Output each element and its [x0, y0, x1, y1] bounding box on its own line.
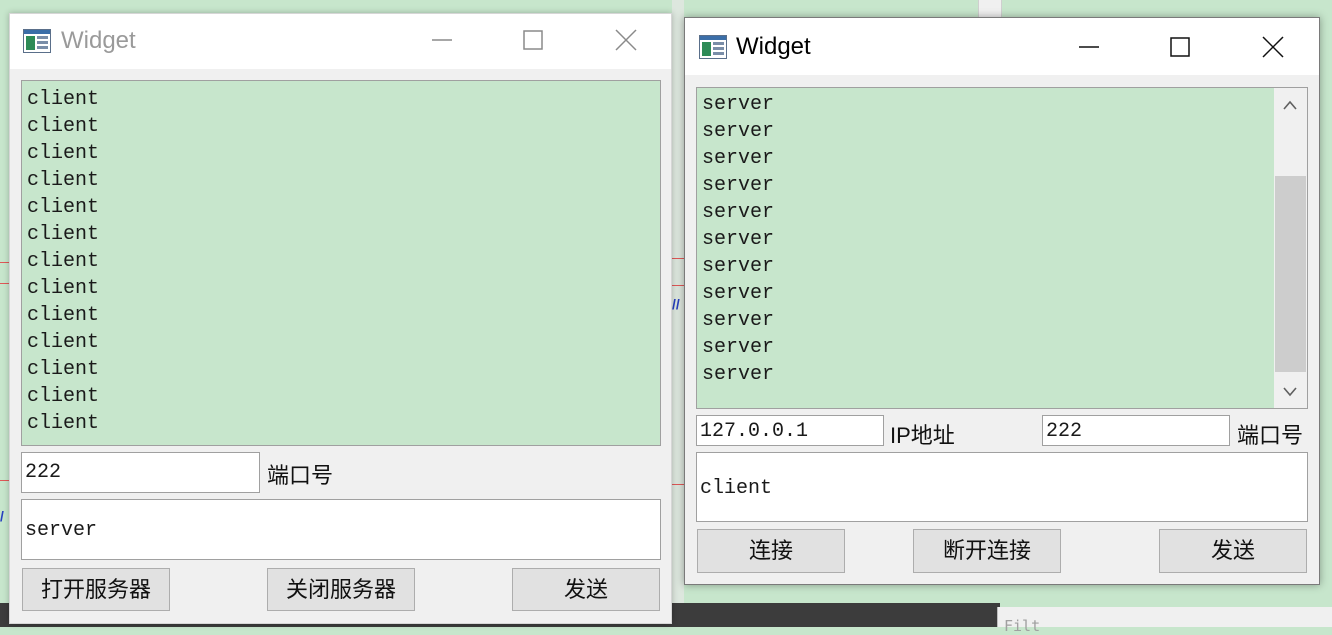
scroll-thumb[interactable] [1275, 176, 1306, 372]
maximize-icon [523, 30, 543, 50]
message-line: client [27, 196, 100, 219]
message-line: client [27, 304, 100, 327]
close-icon [615, 29, 637, 51]
client-widget-window: Widget client client client client clien… [9, 13, 672, 624]
maximize-button[interactable] [510, 20, 556, 60]
background-panel [997, 607, 1332, 627]
close-server-button[interactable]: 关闭服务器 [267, 568, 415, 611]
minimize-button[interactable] [1066, 27, 1112, 67]
message-line: server [702, 201, 775, 224]
minimize-icon [1079, 46, 1099, 48]
message-line: client [27, 250, 100, 273]
port-input[interactable]: 222 [21, 452, 260, 493]
disconnect-button[interactable]: 断开连接 [913, 529, 1061, 573]
message-line: client [27, 358, 100, 381]
background-panel-text: Filt [1004, 617, 1041, 635]
scroll-up-icon[interactable] [1282, 98, 1298, 116]
send-button[interactable]: 发送 [512, 568, 660, 611]
message-line: client [27, 331, 100, 354]
message-line: server [702, 120, 775, 143]
title-bar[interactable]: Widget [10, 14, 671, 69]
server-widget-window: Widget server server server server serve… [684, 17, 1320, 585]
port-input[interactable]: 222 [1042, 415, 1230, 446]
message-line: server [702, 93, 775, 116]
message-line: server [702, 147, 775, 170]
maximize-icon [1170, 37, 1190, 57]
app-icon [23, 29, 51, 53]
message-line: client [27, 115, 100, 138]
message-line: client [27, 169, 100, 192]
minimize-icon [432, 39, 452, 41]
background-glyph: / [0, 508, 4, 524]
background-glyph: // [672, 296, 680, 312]
minimize-button[interactable] [419, 20, 465, 60]
message-line: server [702, 336, 775, 359]
background-line [672, 258, 684, 259]
title-bar[interactable]: Widget [685, 18, 1319, 75]
open-server-button[interactable]: 打开服务器 [22, 568, 170, 611]
ip-address-input[interactable]: 127.0.0.1 [696, 415, 884, 446]
message-line: server [702, 174, 775, 197]
message-line: client [27, 385, 100, 408]
connect-button[interactable]: 连接 [697, 529, 845, 573]
message-line: server [702, 363, 775, 386]
send-button[interactable]: 发送 [1159, 529, 1307, 573]
port-label: 端口号 [267, 463, 334, 488]
close-icon [1262, 36, 1284, 58]
message-line: client [27, 142, 100, 165]
scroll-down-icon[interactable] [1282, 385, 1298, 403]
window-title: Widget [61, 27, 136, 54]
message-log[interactable]: server server server server server serve… [696, 87, 1308, 409]
message-line: client [27, 223, 100, 246]
ip-address-label: IP地址 [890, 423, 955, 448]
message-input[interactable]: server [21, 499, 661, 560]
maximize-button[interactable] [1157, 27, 1203, 67]
message-line: client [27, 88, 100, 111]
background-line [672, 285, 684, 286]
message-line: server [702, 309, 775, 332]
background-line [672, 484, 684, 485]
app-icon [699, 35, 727, 59]
message-line: client [27, 277, 100, 300]
message-line: server [702, 282, 775, 305]
port-label: 端口号 [1237, 423, 1304, 448]
message-line: server [702, 228, 775, 251]
window-title: Widget [736, 33, 811, 60]
message-line: server [702, 255, 775, 278]
close-button[interactable] [603, 20, 649, 60]
message-log[interactable]: client client client client client clien… [21, 80, 661, 446]
vertical-scrollbar[interactable] [1274, 88, 1307, 408]
message-line: client [27, 412, 100, 435]
close-button[interactable] [1250, 27, 1296, 67]
message-input[interactable]: client [696, 452, 1308, 522]
